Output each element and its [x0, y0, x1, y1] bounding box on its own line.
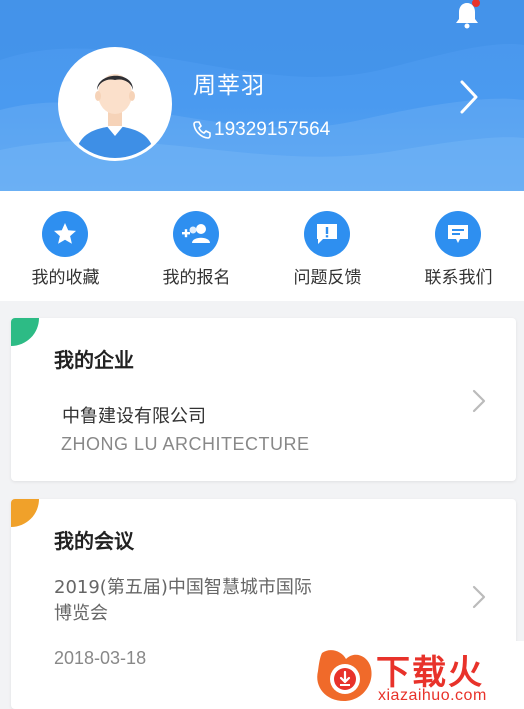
action-label: 我的报名: [162, 268, 231, 288]
meeting-date: 2018-03-18: [54, 648, 147, 668]
profile-header: 周莘羽 19329157564: [0, 0, 524, 191]
chevron-right-icon[interactable]: [471, 584, 487, 610]
action-label: 问题反馈: [293, 268, 362, 288]
feedback-icon: [317, 224, 337, 244]
notification-dot: [472, 0, 480, 7]
card-title: 我的会议: [54, 529, 134, 553]
avatar[interactable]: [58, 47, 172, 161]
action-feedback[interactable]: 问题反馈: [262, 191, 393, 301]
profile-chevron-right-icon[interactable]: [454, 78, 484, 116]
star-icon: [54, 223, 76, 244]
watermark-subtitle: xiazaihuo.com: [378, 687, 487, 704]
user-name: 周莘羽: [193, 73, 265, 99]
user-avatar-icon: [61, 50, 169, 158]
card-corner-accent: [11, 318, 39, 346]
message-icon: [448, 225, 468, 243]
company-english-name: ZHONG LU ARCHITECTURE: [61, 434, 310, 454]
quick-actions-bar: 我的收藏 我的报名 问题反馈 联系我们: [0, 191, 524, 301]
add-user-icon: [182, 224, 210, 243]
action-contact-us[interactable]: 联系我们: [393, 191, 524, 301]
phone-row: 19329157564: [192, 117, 330, 143]
flame-logo-icon: [317, 650, 372, 701]
action-registrations[interactable]: 我的报名: [131, 191, 262, 301]
action-label: 联系我们: [424, 268, 493, 288]
meeting-name: 2019(第五届)中国智慧城市国际博览会: [54, 577, 312, 624]
action-label: 我的收藏: [31, 268, 100, 288]
card-corner-accent: [11, 499, 39, 527]
my-company-card[interactable]: 我的企业 中鲁建设有限公司 ZHONG LU ARCHITECTURE: [11, 318, 516, 481]
card-title: 我的企业: [54, 348, 134, 372]
company-name: 中鲁建设有限公司: [62, 406, 206, 427]
phone-number: 19329157564: [214, 119, 331, 140]
phone-icon: [193, 121, 211, 139]
chevron-right-icon[interactable]: [471, 388, 487, 414]
action-favorites[interactable]: 我的收藏: [0, 191, 131, 301]
notification-bell-icon[interactable]: [452, 0, 482, 30]
watermark: 下载火 xiazaihuo.com: [308, 641, 524, 709]
